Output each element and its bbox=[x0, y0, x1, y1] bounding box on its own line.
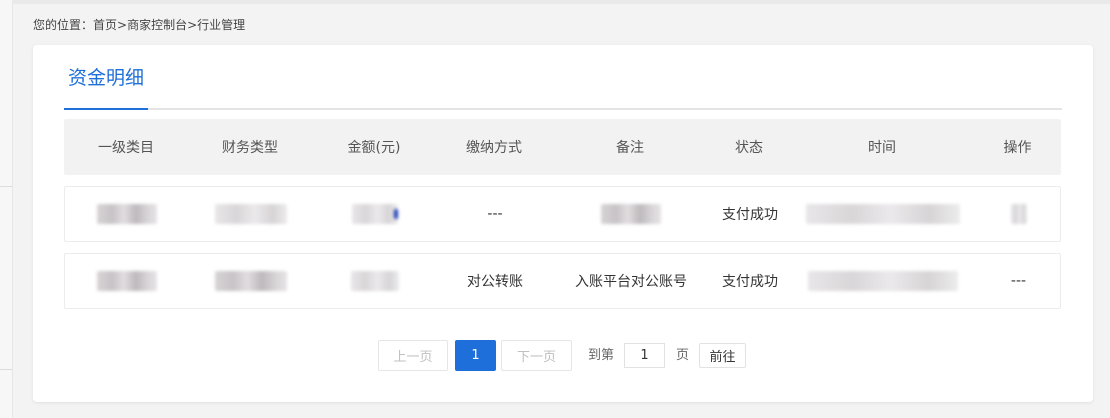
redacted-value bbox=[808, 271, 958, 291]
column-header-amount: 金额(元) bbox=[347, 140, 401, 156]
cell-payment-method: 对公转账 bbox=[467, 274, 523, 290]
column-header-status: 状态 bbox=[735, 140, 763, 156]
cell-status: 支付成功 bbox=[722, 274, 778, 290]
breadcrumb-separator: > bbox=[117, 18, 128, 32]
page-1-button[interactable]: 1 bbox=[455, 340, 496, 371]
cell-action: --- bbox=[1010, 273, 1027, 289]
cell-finance-type bbox=[189, 187, 313, 241]
redacted-value bbox=[1010, 204, 1027, 224]
column-header-category: 一级类目 bbox=[98, 140, 154, 156]
goto-button[interactable]: 前往 bbox=[699, 343, 746, 368]
redacted-value bbox=[601, 204, 661, 224]
cell-status: 支付成功 bbox=[722, 207, 778, 223]
redacted-value bbox=[806, 204, 960, 224]
redacted-value bbox=[215, 204, 287, 224]
breadcrumb-prefix: 您的位置： bbox=[33, 18, 94, 32]
tab-bar: 资金明细 bbox=[64, 63, 1062, 110]
goto-page-input[interactable] bbox=[624, 343, 665, 368]
rail-divider bbox=[0, 186, 12, 187]
table-row: --- 支付成功 bbox=[64, 186, 1061, 242]
table-header: 一级类目 财务类型 金额(元) 缴纳方式 备注 状态 时间 操作 bbox=[64, 119, 1061, 175]
goto-prefix-label: 到第 bbox=[588, 348, 615, 363]
cell-payment-method: --- bbox=[487, 206, 503, 222]
breadcrumb-separator: > bbox=[187, 18, 198, 32]
cell-amount bbox=[313, 254, 437, 308]
table-row: 对公转账 入账平台对公账号 支付成功 --- bbox=[64, 253, 1061, 309]
top-bar bbox=[12, 0, 1110, 4]
column-header-time: 时间 bbox=[868, 140, 896, 156]
cell-time bbox=[791, 254, 975, 308]
cell-finance-type bbox=[189, 254, 313, 308]
breadcrumb-console-link[interactable]: 商家控制台 bbox=[127, 16, 187, 34]
redacted-value bbox=[97, 204, 157, 224]
pagination: 上一页 1 下一页 到第 页 前往 bbox=[378, 340, 758, 371]
prev-page-button[interactable]: 上一页 bbox=[378, 340, 448, 371]
tab-funds-detail[interactable]: 资金明细 bbox=[64, 63, 148, 110]
cell-remark bbox=[553, 187, 709, 241]
cell-remark: 入账平台对公账号 bbox=[575, 274, 687, 290]
breadcrumb-home-link[interactable]: 首页 bbox=[93, 16, 117, 34]
column-header-payment-method: 缴纳方式 bbox=[466, 140, 522, 156]
cell-time bbox=[791, 187, 975, 241]
cell-action bbox=[975, 187, 1062, 241]
goto-suffix-label: 页 bbox=[676, 348, 690, 363]
column-header-finance-type: 财务类型 bbox=[222, 140, 278, 156]
redacted-value bbox=[215, 271, 287, 291]
funds-detail-card: 资金明细 一级类目 财务类型 金额(元) 缴纳方式 备注 状态 时间 操作 --… bbox=[33, 45, 1093, 402]
redacted-value bbox=[97, 271, 157, 291]
redacted-value bbox=[351, 271, 399, 291]
redacted-value bbox=[352, 204, 398, 224]
breadcrumb-current: 行业管理 bbox=[197, 18, 246, 32]
cell-category bbox=[65, 254, 189, 308]
rail-divider bbox=[0, 369, 12, 370]
cell-category bbox=[65, 187, 189, 241]
column-header-action: 操作 bbox=[1003, 140, 1032, 156]
left-rail bbox=[0, 0, 13, 418]
next-page-button[interactable]: 下一页 bbox=[501, 340, 572, 371]
column-header-remark: 备注 bbox=[616, 140, 644, 156]
cell-amount bbox=[313, 187, 437, 241]
breadcrumb: 您的位置：首页>商家控制台>行业管理 bbox=[33, 16, 245, 34]
